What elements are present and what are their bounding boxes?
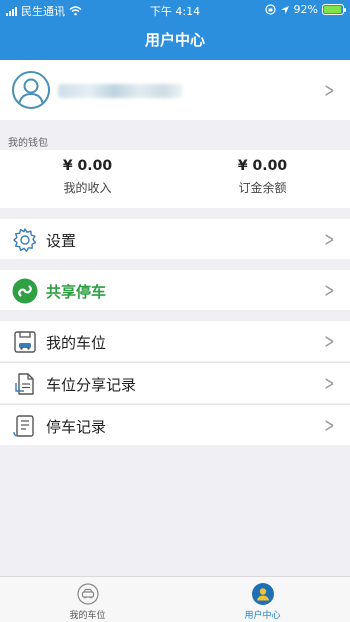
- username-blurred: [58, 84, 183, 98]
- tab-my-spaces-label: 我的车位: [69, 611, 106, 621]
- menu-item-share-records[interactable]: 车位分享记录 >: [0, 363, 350, 403]
- parking-space-icon: [14, 331, 36, 353]
- my-spaces-label: 我的车位: [46, 334, 107, 352]
- deposit-amount: ¥ 0.00: [237, 158, 288, 174]
- mini-program-icon: [12, 278, 38, 304]
- location-icon: [280, 5, 289, 14]
- menu-item-settings[interactable]: 设置 >: [0, 219, 350, 259]
- chevron-right-icon: >: [324, 278, 335, 302]
- chevron-right-icon: >: [324, 78, 335, 102]
- parking-records-label: 停车记录: [46, 418, 107, 436]
- income-block[interactable]: ¥ 0.00 我的收入: [0, 158, 175, 196]
- chevron-right-icon: >: [324, 329, 335, 353]
- chevron-right-icon: >: [324, 413, 335, 437]
- tab-my-spaces[interactable]: 我的车位: [0, 577, 175, 622]
- car-icon: [77, 583, 99, 605]
- chevron-right-icon: >: [324, 227, 335, 251]
- tab-user-center[interactable]: 用户中心: [175, 577, 350, 622]
- deposit-label: 订金余额: [238, 181, 287, 195]
- share-records-label: 车位分享记录: [46, 376, 137, 394]
- settings-label: 设置: [46, 232, 77, 250]
- tab-user-center-label: 用户中心: [244, 611, 281, 621]
- menu-item-shared-parking[interactable]: 共享停车 >: [0, 270, 350, 310]
- deposit-block[interactable]: ¥ 0.00 订金余额: [175, 158, 350, 196]
- chevron-right-icon: >: [324, 371, 335, 395]
- wallet-section-label: 我的钱包: [8, 138, 48, 149]
- receipt-icon: [13, 415, 34, 437]
- page-title: 用户中心: [0, 20, 350, 60]
- battery-percent: 92%: [293, 3, 318, 16]
- gear-icon: [13, 228, 37, 252]
- shared-parking-label: 共享停车: [46, 283, 107, 301]
- document-share-icon: [15, 373, 34, 395]
- menu-item-parking-records[interactable]: 停车记录 >: [0, 405, 350, 445]
- income-label: 我的收入: [63, 181, 112, 195]
- menu-item-my-spaces[interactable]: 我的车位 >: [0, 321, 350, 361]
- wallet-card: ¥ 0.00 我的收入 ¥ 0.00 订金余额: [0, 150, 350, 208]
- battery-icon: [322, 4, 346, 15]
- avatar-icon: [12, 71, 50, 109]
- user-icon: [252, 583, 274, 605]
- tab-bar: 我的车位 用户中心: [0, 576, 350, 622]
- status-bar: 民生通讯 下午 4:14 92%: [0, 0, 350, 20]
- profile-card[interactable]: >: [0, 60, 350, 120]
- status-right: 92%: [264, 3, 346, 16]
- income-amount: ¥ 0.00: [62, 158, 113, 174]
- rotation-lock-icon: [264, 4, 276, 15]
